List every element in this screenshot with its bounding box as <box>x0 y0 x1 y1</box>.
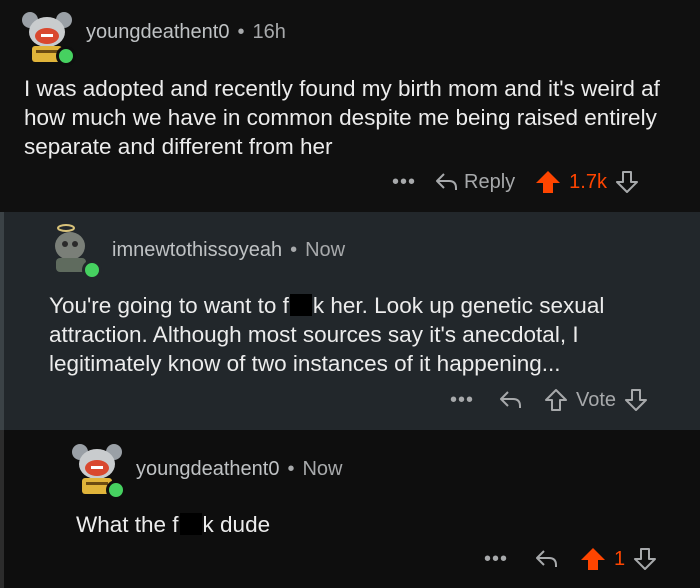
more-options-button[interactable]: ••• <box>392 171 416 194</box>
comment-actions: ••• Reply 1.7k <box>392 170 639 194</box>
comment-actions: ••• 1 <box>484 547 657 571</box>
upvote-button[interactable] <box>535 170 561 194</box>
timestamp: 16h <box>252 21 286 43</box>
downvote-button[interactable] <box>624 388 648 412</box>
online-indicator <box>82 260 102 280</box>
redaction-box <box>179 513 202 535</box>
separator: • <box>287 458 295 480</box>
comment-reply-1: imnewtothissoyeah • Now You're going to wa… <box>0 212 700 430</box>
downvote-button[interactable] <box>615 170 639 194</box>
upvote-arrow-icon <box>545 389 568 411</box>
comment-header: imnewtothissoyeah • Now <box>112 239 345 262</box>
user-avatar[interactable] <box>20 10 76 66</box>
vote-score: 1 <box>614 547 626 570</box>
more-options-button[interactable]: ••• <box>484 548 508 571</box>
timestamp: Now <box>305 239 346 261</box>
timestamp: Now <box>302 458 343 480</box>
online-indicator <box>106 480 126 500</box>
user-avatar[interactable] <box>46 222 102 280</box>
online-indicator <box>56 46 76 66</box>
more-options-button[interactable]: ••• <box>450 389 474 412</box>
comment-header: youngdeathent0 • 16h <box>86 21 286 44</box>
reply-label: Reply <box>464 170 516 193</box>
upvote-arrow-icon <box>581 548 606 570</box>
reply-icon <box>500 391 522 408</box>
downvote-arrow-icon <box>625 389 648 411</box>
comment-body: What the f k dude <box>76 510 676 539</box>
reply-button[interactable]: Reply <box>434 171 515 194</box>
reply-icon <box>536 550 558 567</box>
comment-header: youngdeathent0 • Now <box>136 458 343 481</box>
reply-button[interactable] <box>498 389 524 411</box>
reply-icon <box>436 173 458 190</box>
redaction-box <box>289 294 312 316</box>
vote-score: 1.7k <box>569 170 607 193</box>
downvote-button[interactable] <box>633 547 657 571</box>
downvote-arrow-icon <box>634 548 657 570</box>
comment-reply-2: youngdeathent0 • Now What the f k dude ••• … <box>0 430 700 588</box>
username[interactable]: youngdeathent0 <box>86 21 229 43</box>
vote-label: Vote <box>576 388 617 411</box>
reply-button[interactable] <box>534 548 560 570</box>
comment-text-part: k dude <box>202 512 271 537</box>
comment-body: I was adopted and recently found my birt… <box>24 76 660 159</box>
username[interactable]: youngdeathent0 <box>136 458 279 480</box>
upvote-button[interactable] <box>580 547 606 571</box>
comment-body: You're going to want to fk her. Look up … <box>49 291 679 378</box>
upvote-arrow-icon <box>536 171 561 193</box>
comment-actions: ••• Vote <box>450 388 648 412</box>
comment-text-part: What the f <box>76 512 179 537</box>
separator: • <box>290 239 298 261</box>
username[interactable]: imnewtothissoyeah <box>112 239 282 261</box>
comment-top: youngdeathent0 • 16h I was adopted and rec… <box>0 0 700 212</box>
separator: • <box>237 21 245 43</box>
user-avatar[interactable] <box>70 442 126 500</box>
upvote-button[interactable] <box>544 388 568 412</box>
comment-text-part: You're going to want to f <box>49 293 289 318</box>
downvote-arrow-icon <box>615 171 638 193</box>
